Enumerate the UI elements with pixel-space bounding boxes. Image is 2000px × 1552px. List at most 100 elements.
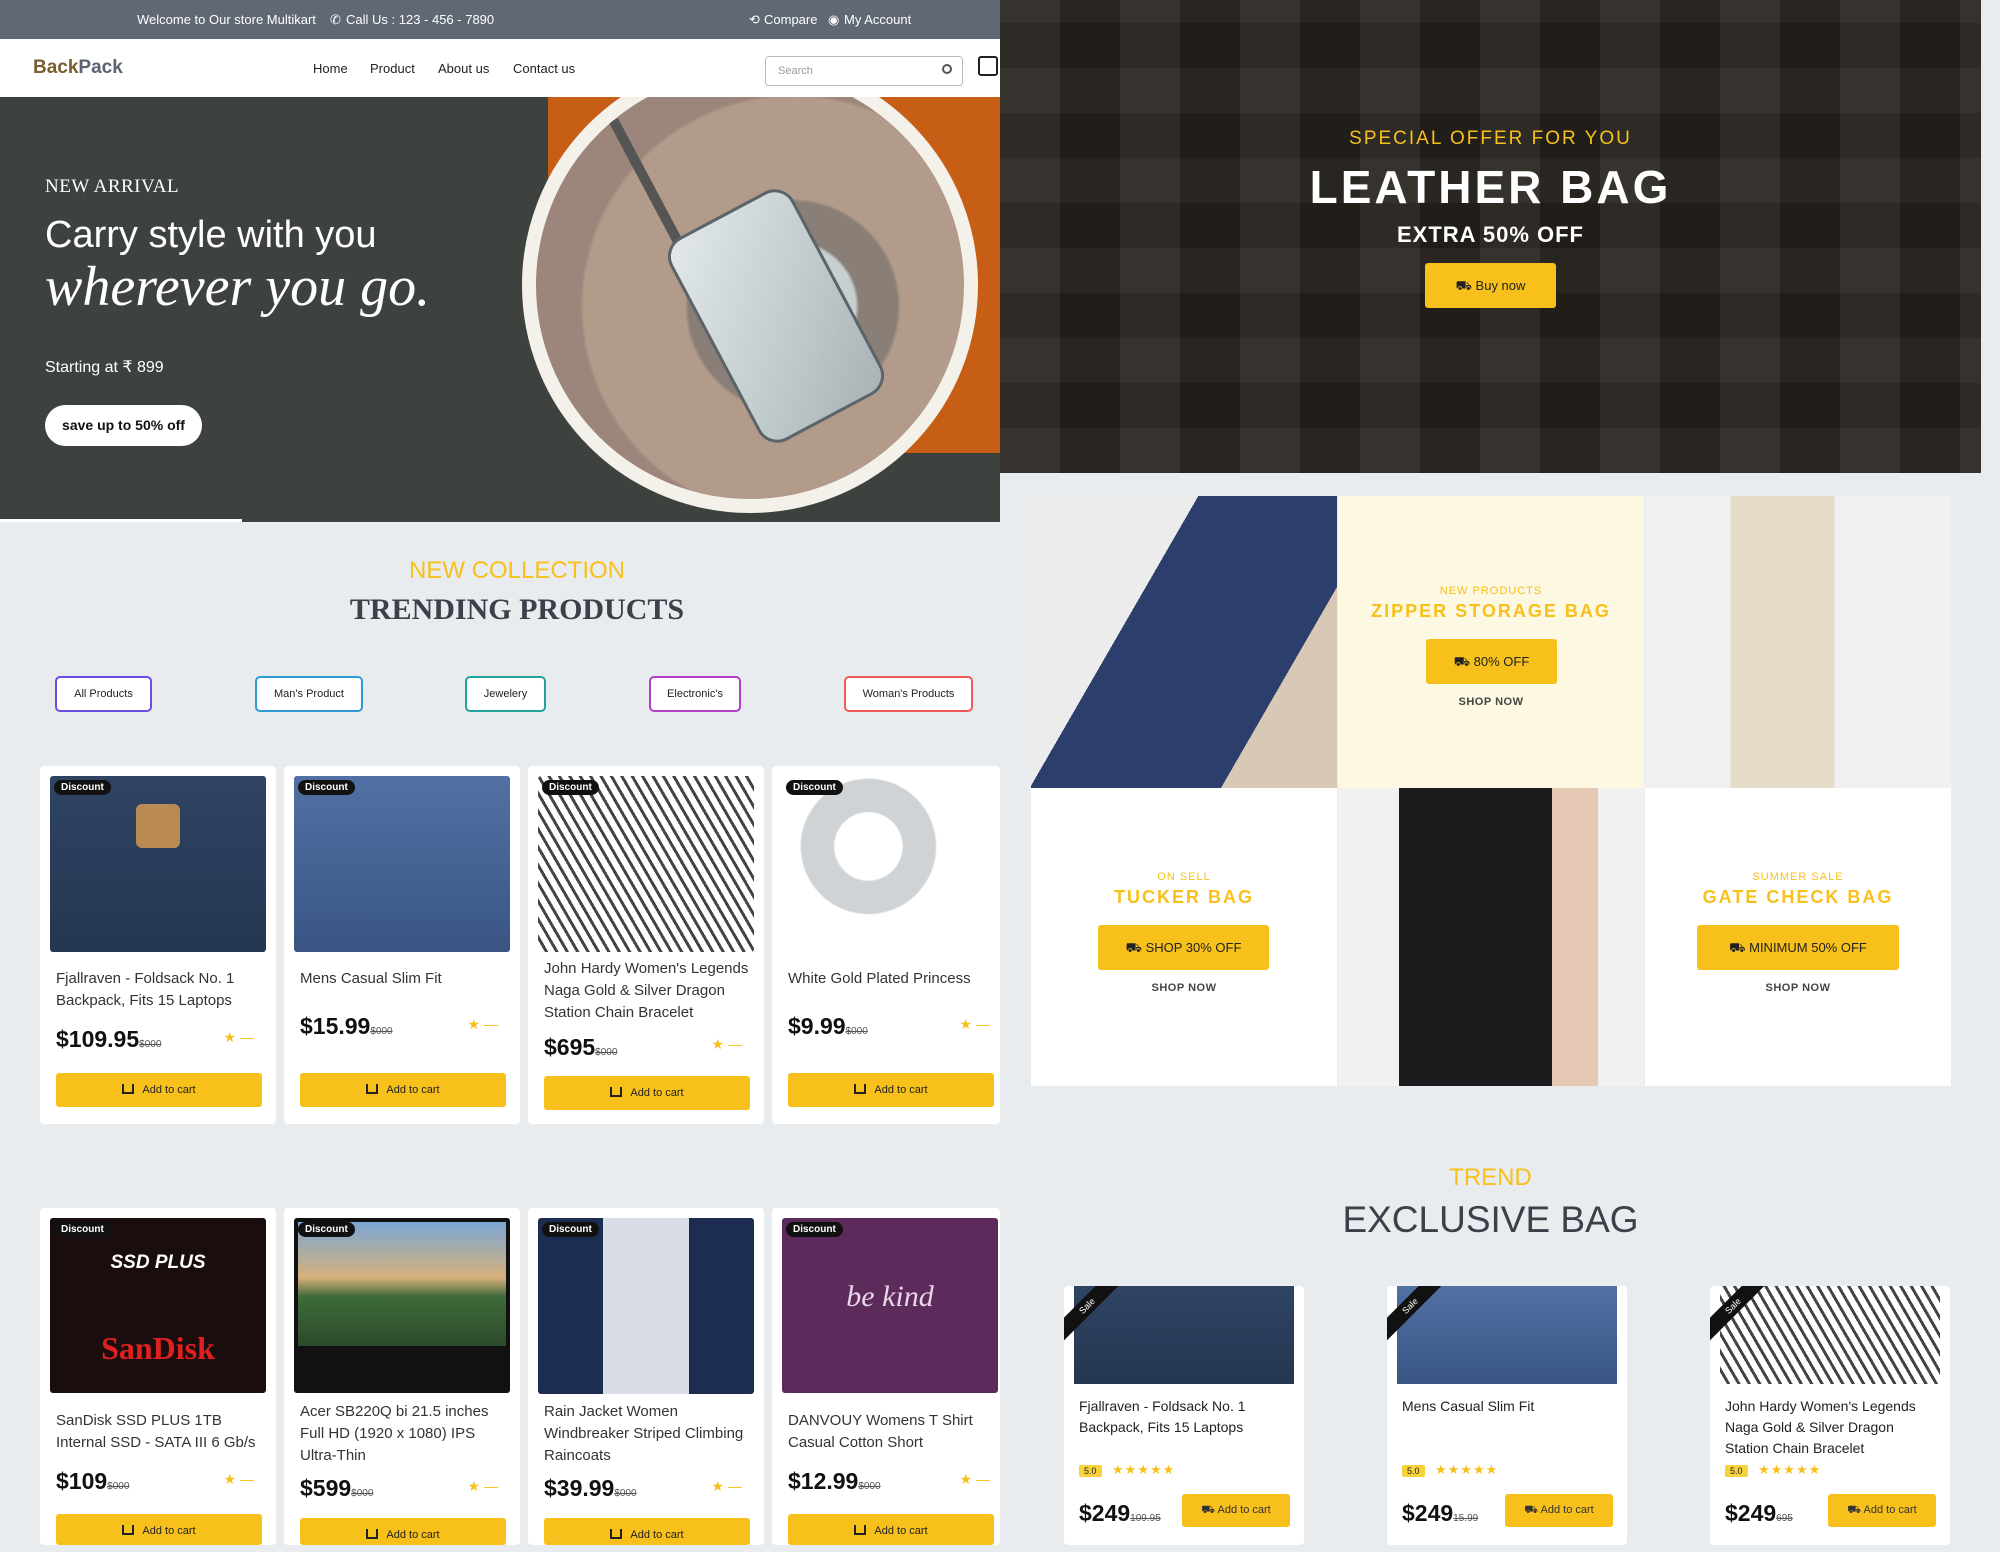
price-value: $109.95 xyxy=(56,1026,140,1052)
filter-electronics[interactable]: Electronic's xyxy=(649,676,741,712)
star-icon: ★ — xyxy=(711,1036,742,1052)
product-name: SanDisk SSD PLUS 1TB Internal SSD - SATA… xyxy=(56,1412,256,1451)
nav-home[interactable]: Home xyxy=(313,61,348,76)
exclusive-price: $249695 xyxy=(1725,1500,1793,1527)
compare-icon[interactable]: ⟲ xyxy=(749,12,760,28)
cart-icon xyxy=(610,1529,623,1539)
tucker-offer-button[interactable]: ⛟ SHOP 30% OFF xyxy=(1098,925,1269,970)
add-to-cart-button[interactable]: Add to cart xyxy=(56,1514,262,1545)
product-price: $15.99$000 xyxy=(300,1013,393,1040)
filter-man[interactable]: Man's Product xyxy=(255,676,363,712)
trending-title: TRENDING PRODUCTS xyxy=(349,593,685,626)
account-link[interactable]: My Account xyxy=(844,12,911,27)
product-name: Acer SB220Q bi 21.5 inches Full HD (1920… xyxy=(300,1403,489,1464)
buy-now-button[interactable]: ⛟ Buy now xyxy=(1425,263,1556,308)
add-to-cart-button[interactable]: Add to cart xyxy=(300,1073,506,1107)
product-price: $109$000 xyxy=(56,1468,129,1495)
banner-title: LEATHER BAG xyxy=(1309,161,1672,213)
filter-woman[interactable]: Woman's Products xyxy=(844,676,973,712)
button-label: MINIMUM 50% OFF xyxy=(1749,940,1867,955)
product-card[interactable]: be kind Discount DANVOUY Womens T Shirt … xyxy=(772,1208,1000,1545)
nav-about[interactable]: About us xyxy=(438,61,489,76)
zipper-shop-now[interactable]: SHOP NOW xyxy=(1338,696,1644,708)
add-to-cart-button[interactable]: Add to cart xyxy=(788,1514,994,1545)
gate-title: GATE CHECK BAG xyxy=(1702,887,1894,907)
promo-image-tote-bag xyxy=(1645,496,1951,794)
price-value: $249 xyxy=(1079,1500,1131,1526)
exclusive-card[interactable]: Sale Mens Casual Slim Fit 5.0 ★★★★★ $249… xyxy=(1387,1286,1627,1545)
product-card[interactable]: Discount Rain Jacket Women Windbreaker S… xyxy=(528,1208,764,1545)
hero-progress xyxy=(0,519,242,522)
hero-cta-button[interactable]: save up to 50% off xyxy=(45,405,202,446)
cart-icon xyxy=(122,1084,135,1094)
button-label: Add to cart xyxy=(1217,1504,1271,1516)
search-placeholder: Search xyxy=(778,65,813,77)
hero-price: Starting at ₹ 899 xyxy=(45,359,164,376)
promo-image-shoulder-bag xyxy=(1031,496,1337,794)
product-name: Fjallraven - Foldsack No. 1 Backpack, Fi… xyxy=(56,970,235,1009)
gate-shop-now[interactable]: SHOP NOW xyxy=(1645,982,1951,994)
price-value: $695 xyxy=(544,1034,596,1060)
nav-product[interactable]: Product xyxy=(370,61,415,76)
add-to-cart-button[interactable]: Add to cart xyxy=(300,1518,506,1545)
filter-jewelery[interactable]: Jewelery xyxy=(465,676,546,712)
add-to-cart-button[interactable]: ⛟ Add to cart xyxy=(1505,1494,1613,1527)
promo-image-clutch xyxy=(1338,788,1644,1086)
old-price: $000 xyxy=(614,1488,637,1499)
zipper-offer-button[interactable]: ⛟ 80% OFF xyxy=(1426,639,1557,684)
rating-badge: 5.0 xyxy=(1725,1465,1748,1477)
product-price: $39.99$000 xyxy=(544,1475,637,1502)
product-card[interactable]: SSD PLUS SanDisk Discount SanDisk SSD PL… xyxy=(40,1208,276,1545)
add-to-cart-button[interactable]: Add to cart xyxy=(544,1518,750,1545)
product-card[interactable]: Discount Fjallraven - Foldsack No. 1 Bac… xyxy=(40,766,276,1124)
navbar: BackPack Home Product About us Contact u… xyxy=(0,39,1000,97)
discount-badge: Discount xyxy=(542,780,599,795)
old-price: $000 xyxy=(858,1481,881,1492)
logo[interactable]: BackPack xyxy=(33,57,123,79)
exclusive-card[interactable]: Sale John Hardy Women's Legends Naga Gol… xyxy=(1710,1286,1950,1545)
product-price: $109.95$000 xyxy=(56,1026,161,1053)
cart-icon[interactable] xyxy=(978,56,998,76)
account-icon[interactable]: ◉ xyxy=(828,12,839,28)
price-value: $249 xyxy=(1725,1500,1777,1526)
star-icon: ★ — xyxy=(223,1471,254,1487)
add-to-cart-button[interactable]: Add to cart xyxy=(56,1073,262,1107)
star-icon: ★ — xyxy=(959,1471,990,1487)
cart-icon: ⛟ xyxy=(1729,940,1750,955)
exclusive-price: $24915.99 xyxy=(1402,1500,1478,1527)
old-price: 695 xyxy=(1776,1513,1793,1524)
old-price: $000 xyxy=(139,1039,162,1050)
cart-icon: ⛟ xyxy=(1455,278,1476,293)
product-image: SSD PLUS SanDisk xyxy=(50,1218,266,1393)
promo-tucker: ON SELL TUCKER BAG ⛟ SHOP 30% OFF SHOP N… xyxy=(1031,788,1337,1086)
product-card[interactable]: Discount Acer SB220Q bi 21.5 inches Full… xyxy=(284,1208,520,1545)
cart-icon: ⛟ xyxy=(1201,1504,1218,1516)
search-input[interactable]: Search xyxy=(765,56,963,86)
product-card[interactable]: Discount Mens Casual Slim Fit $15.99$000… xyxy=(284,766,520,1124)
tucker-shop-now[interactable]: SHOP NOW xyxy=(1031,982,1337,994)
compare-link[interactable]: Compare xyxy=(764,12,817,27)
phone-icon: ✆ xyxy=(330,12,341,27)
add-to-cart-button[interactable]: ⛟ Add to cart xyxy=(1182,1494,1290,1527)
add-to-cart-button[interactable]: ⛟ Add to cart xyxy=(1828,1494,1936,1527)
filter-all[interactable]: All Products xyxy=(55,676,152,712)
button-label: Add to cart xyxy=(874,1525,928,1537)
product-price: $12.99$000 xyxy=(788,1468,881,1495)
product-card[interactable]: Discount John Hardy Women's Legends Naga… xyxy=(528,766,764,1124)
search-icon[interactable] xyxy=(942,64,952,74)
product-card[interactable]: Discount White Gold Plated Princess $9.9… xyxy=(772,766,1000,1124)
star-icon: ★ — xyxy=(711,1478,742,1494)
exclusive-kicker: TREND xyxy=(1449,1164,1532,1191)
gate-offer-button[interactable]: ⛟ MINIMUM 50% OFF xyxy=(1697,925,1899,970)
nav-contact[interactable]: Contact us xyxy=(513,61,575,76)
add-to-cart-button[interactable]: Add to cart xyxy=(788,1073,994,1107)
price-value: $15.99 xyxy=(300,1013,371,1039)
exclusive-name: Fjallraven - Foldsack No. 1 Backpack, Fi… xyxy=(1079,1398,1246,1435)
exclusive-title: EXCLUSIVE BAG xyxy=(1342,1199,1639,1240)
top-bar: Welcome to Our store Multikart ✆ Call Us… xyxy=(0,0,1000,39)
exclusive-card[interactable]: Sale Fjallraven - Foldsack No. 1 Backpac… xyxy=(1064,1286,1304,1545)
old-price: $000 xyxy=(845,1026,868,1037)
trending-kicker: NEW COLLECTION xyxy=(408,557,626,584)
product-name: DANVOUY Womens T Shirt Casual Cotton Sho… xyxy=(788,1412,973,1451)
add-to-cart-button[interactable]: Add to cart xyxy=(544,1076,750,1110)
